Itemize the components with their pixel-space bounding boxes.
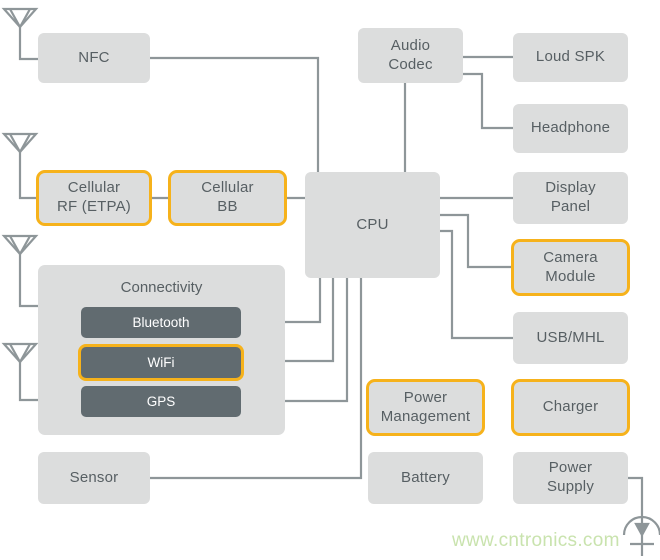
block-cellular-rf-label: Cellular RF (ETPA) bbox=[56, 179, 132, 215]
block-nfc[interactable]: NFC bbox=[38, 33, 150, 83]
watermark-text: www.cntronics.com bbox=[452, 530, 620, 551]
block-camera-module[interactable]: Camera Module bbox=[511, 239, 630, 296]
block-cellular-bb[interactable]: Cellular BB bbox=[168, 170, 287, 226]
block-loud-spk[interactable]: Loud SPK bbox=[513, 33, 628, 82]
block-sensor[interactable]: Sensor bbox=[38, 452, 150, 504]
block-power-supply[interactable]: Power Supply bbox=[513, 452, 628, 504]
block-loud-spk-label: Loud SPK bbox=[535, 48, 606, 66]
block-camera-module-label: Camera Module bbox=[543, 248, 598, 285]
block-diagram-canvas: NFC Cellular RF (ETPA) Cellular BB Conne… bbox=[0, 0, 660, 560]
block-audio-codec[interactable]: Audio Codec bbox=[358, 28, 463, 83]
block-usb-mhl[interactable]: USB/MHL bbox=[513, 312, 628, 364]
group-connectivity-title: Connectivity bbox=[120, 279, 203, 296]
sub-block-wifi-label: WiFi bbox=[147, 355, 175, 370]
block-power-management[interactable]: Power Management bbox=[366, 379, 485, 436]
block-cellular-rf[interactable]: Cellular RF (ETPA) bbox=[36, 170, 152, 226]
block-cpu[interactable]: CPU bbox=[305, 172, 440, 278]
block-battery-label: Battery bbox=[401, 468, 450, 486]
block-cellular-bb-label: Cellular BB bbox=[201, 179, 254, 215]
block-charger[interactable]: Charger bbox=[511, 379, 630, 436]
sub-block-gps[interactable]: GPS bbox=[81, 386, 241, 417]
block-display-panel-label: Display Panel bbox=[545, 179, 596, 215]
sub-block-bluetooth-label: Bluetooth bbox=[132, 315, 190, 330]
block-audio-codec-label: Audio Codec bbox=[388, 36, 433, 73]
block-headphone-label: Headphone bbox=[530, 119, 611, 137]
block-charger-label: Charger bbox=[542, 398, 599, 416]
block-headphone[interactable]: Headphone bbox=[513, 104, 628, 153]
block-cpu-label: CPU bbox=[356, 215, 389, 233]
sub-block-gps-label: GPS bbox=[146, 394, 176, 409]
sub-block-bluetooth[interactable]: Bluetooth bbox=[81, 307, 241, 338]
block-display-panel[interactable]: Display Panel bbox=[513, 172, 628, 224]
block-nfc-label: NFC bbox=[78, 48, 110, 66]
block-battery[interactable]: Battery bbox=[368, 452, 483, 504]
block-power-supply-label: Power Supply bbox=[546, 459, 595, 495]
sub-block-wifi[interactable]: WiFi bbox=[78, 344, 244, 381]
block-sensor-label: Sensor bbox=[69, 468, 119, 486]
block-usb-mhl-label: USB/MHL bbox=[536, 328, 605, 346]
block-power-management-label: Power Management bbox=[380, 388, 471, 425]
